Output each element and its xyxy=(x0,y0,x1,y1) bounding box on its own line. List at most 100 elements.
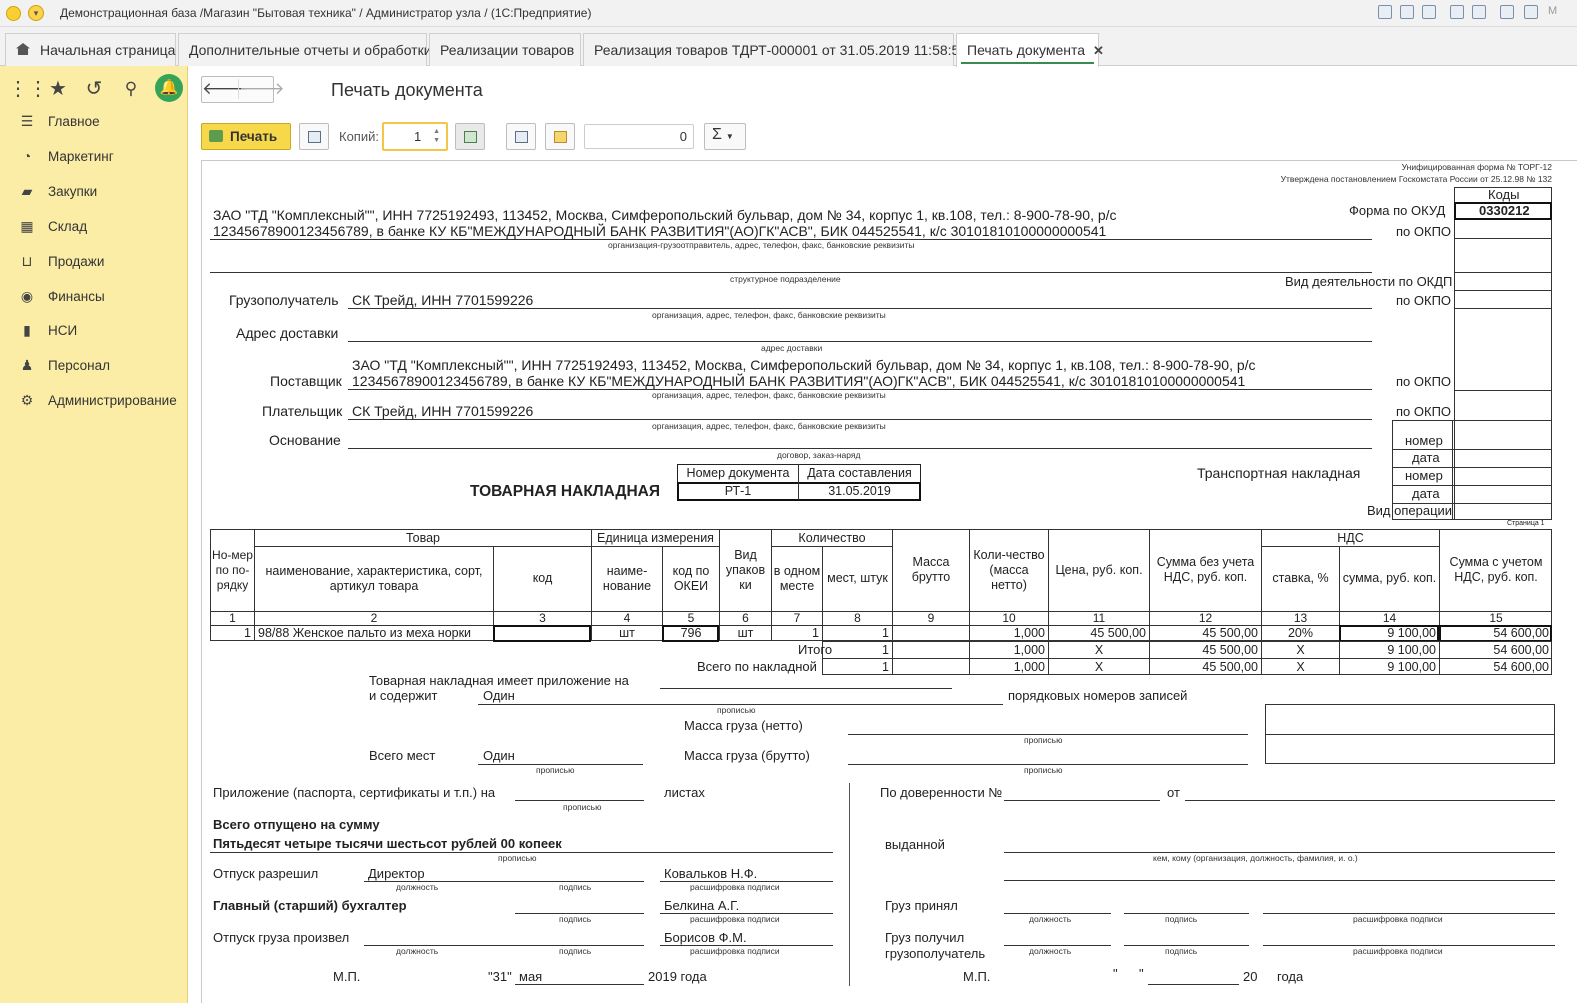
save-icon[interactable] xyxy=(1378,5,1392,19)
totals-cell: X xyxy=(1296,659,1305,674)
close-icon[interactable]: ✕ xyxy=(1093,43,1104,58)
col-code-header: код xyxy=(532,571,553,585)
places-label: Всего мест xyxy=(369,748,436,763)
stamp-label-2: М.П. xyxy=(963,969,991,984)
sidebar-item-personnel[interactable]: ♟ Персонал xyxy=(18,354,110,376)
underline xyxy=(1004,800,1160,801)
calculator-icon[interactable] xyxy=(1500,5,1514,19)
tab-additional-reports[interactable]: Дополнительные отчеты и обработки✕ xyxy=(178,33,450,66)
column-number: 9 xyxy=(927,610,935,625)
calendar-icon[interactable] xyxy=(1524,5,1538,19)
column-number: 2 xyxy=(370,610,378,625)
cargo-received-label-2: грузополучатель xyxy=(885,946,986,961)
sidebar-item-nsi[interactable]: ▮ НСИ xyxy=(18,319,77,341)
sidebar-item-main[interactable]: ☰ Главное xyxy=(18,110,100,132)
sum-field[interactable]: 0 xyxy=(584,124,694,149)
tab-sales-list[interactable]: Реализации товаров✕ xyxy=(429,33,593,66)
col-places-header: мест, штук xyxy=(827,571,888,585)
mass-net-label: Масса груза (нетто) xyxy=(684,718,803,733)
totals-cell: X xyxy=(1094,659,1104,674)
search-icon[interactable]: ⚲ xyxy=(118,76,144,102)
underline xyxy=(1004,880,1555,881)
col-rate-header: ставка, % xyxy=(1272,571,1329,585)
print-icon[interactable] xyxy=(1400,5,1414,19)
sidebar-item-purchases[interactable]: ▰ Закупки xyxy=(18,180,98,202)
edit-mode-button[interactable] xyxy=(455,123,485,150)
sidebar-item-marketing[interactable]: ◔ Маркетинг xyxy=(18,145,114,167)
docdate-header: Дата составления xyxy=(807,466,912,480)
okpo-label: по ОКПО xyxy=(1396,374,1452,389)
supplier-label: Поставщик xyxy=(270,373,342,389)
payer-label: Плательщик xyxy=(262,403,343,419)
mass-gross-label: Масса груза (брутто) xyxy=(684,748,810,763)
magnifier-icon xyxy=(308,131,321,143)
torg12-form: Унифицированная форма № ТОРГ-12 Утвержде… xyxy=(202,161,1577,1003)
column-number: 5 xyxy=(687,610,695,625)
tab-print-document[interactable]: Печать документа ✕ xyxy=(956,33,1104,67)
data-label: дата xyxy=(1412,486,1440,501)
totals-cell: X xyxy=(1296,642,1305,657)
caption: должность xyxy=(1029,946,1072,956)
save-button[interactable] xyxy=(506,123,536,150)
apps-grid-icon[interactable]: ⋮⋮ xyxy=(8,76,48,102)
table-cell: шт xyxy=(737,626,754,640)
column-number: 14 xyxy=(1382,610,1397,625)
back-arrow-icon[interactable]: 🡐 xyxy=(202,79,248,99)
transport-label: Транспортная накладная xyxy=(1197,465,1361,481)
spreadsheet-document[interactable]: Унифицированная форма № ТОРГ-12 Утвержде… xyxy=(201,160,1577,1003)
okud-label: Форма по ОКУД xyxy=(1349,203,1446,218)
column-number: 15 xyxy=(1489,610,1503,625)
stepper-arrows-icon[interactable]: ▲ ▼ xyxy=(433,127,440,145)
cell-highlight xyxy=(493,625,591,642)
caption: должность xyxy=(1029,914,1072,924)
caption: расшифровка подписи xyxy=(690,914,780,924)
cell-highlight xyxy=(1439,625,1552,642)
totals-cell: 1 xyxy=(882,659,889,674)
truck-icon: ▰ xyxy=(21,182,33,199)
import-icon[interactable] xyxy=(1472,5,1486,19)
cargo-accepted-label: Груз принял xyxy=(885,898,958,913)
sidebar-item-administration[interactable]: ⚙ Администрирование xyxy=(18,389,177,411)
forward-arrow-icon[interactable]: 🡒 xyxy=(238,79,285,99)
totals-cell: 1,000 xyxy=(1013,659,1045,674)
quote-1: " xyxy=(1113,966,1118,981)
history-icon[interactable]: ↺ xyxy=(81,76,107,102)
1c-logo-icon[interactable] xyxy=(6,6,21,21)
codes-label: Коды xyxy=(1488,187,1520,202)
col-okei-header: код по ОКЕИ xyxy=(672,563,710,593)
records-label: порядковых номеров записей xyxy=(1008,688,1188,703)
sidebar-item-finance[interactable]: ◉ Финансы xyxy=(18,285,105,307)
docdate-value: 31.05.2019 xyxy=(828,484,891,498)
table-cell: 45 500,00 xyxy=(1202,626,1258,640)
sidebar-item-warehouse[interactable]: ▦ Склад xyxy=(18,215,87,237)
okdp-label: Вид деятельности по ОКДП xyxy=(1285,274,1453,289)
page-title: Печать документа xyxy=(331,80,483,100)
bell-icon[interactable]: 🔔 xyxy=(155,74,183,102)
tab-sales-document[interactable]: Реализация товаров ТДРТ-000001 от 31.05.… xyxy=(583,33,986,66)
col-num-header: Но-мер по по-рядку xyxy=(212,547,253,592)
print-button[interactable]: Печать xyxy=(201,123,291,150)
dropdown-arrow-icon: ▼ xyxy=(725,132,734,141)
caption: подпись xyxy=(559,882,592,892)
copies-input[interactable]: 1 ▲ ▼ xyxy=(382,122,448,151)
basket-icon: ⊔ xyxy=(21,252,33,269)
col-total-header: Сумма с учетом НДС, руб. коп. xyxy=(1449,555,1543,584)
send-email-button[interactable] xyxy=(545,123,575,150)
sidebar-item-sales[interactable]: ⊔ Продажи xyxy=(18,250,105,272)
main-menu-chevron-icon[interactable]: ▾ xyxy=(28,5,44,21)
printer-icon xyxy=(209,130,223,142)
star-icon[interactable]: ★ xyxy=(45,76,71,102)
memory-icon[interactable]: M xyxy=(1548,5,1562,19)
tab-home[interactable]: Начальная страница xyxy=(5,33,176,66)
table-cell: 1,000 xyxy=(1013,626,1045,640)
column-number: 8 xyxy=(854,610,861,625)
director-value: Директор xyxy=(368,866,425,881)
sum-mode-button[interactable]: Σ ▼ xyxy=(704,123,746,150)
release-permitted-label: Отпуск разрешил xyxy=(213,866,319,881)
book-icon: ▮ xyxy=(23,321,31,338)
preview-icon[interactable] xyxy=(1422,5,1436,19)
col-in-place-header: в одном месте xyxy=(773,563,821,593)
codes-row-line xyxy=(1454,290,1552,291)
export-icon[interactable] xyxy=(1450,5,1464,19)
preview-button[interactable] xyxy=(299,123,329,150)
